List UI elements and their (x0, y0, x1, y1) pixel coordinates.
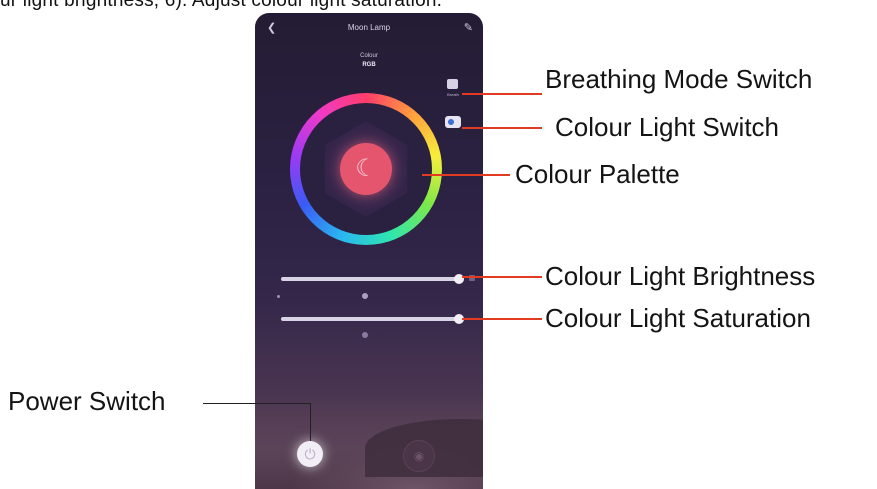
app-title: Moon Lamp (347, 23, 391, 32)
palette-inner: ☾ (300, 103, 432, 235)
palette-callout-line (422, 174, 510, 176)
top-caption: ur light brightness, 6). Adjust colour l… (0, 0, 443, 11)
moon-icon: ☾ (355, 155, 377, 182)
mode-button[interactable]: ◉ (403, 440, 435, 472)
status-label: Colour (360, 53, 378, 59)
colour-light-callout-line (462, 127, 542, 129)
label-colour-light-saturation: Colour Light Saturation (545, 303, 811, 333)
breathing-mode-switch[interactable] (447, 79, 458, 89)
status-value: RGB (362, 62, 376, 68)
colour-palette[interactable]: ☾ (290, 93, 442, 245)
brightness-callout-line (462, 276, 542, 278)
edit-icon[interactable]: ✎ (464, 21, 473, 34)
brightness-slider[interactable] (281, 274, 464, 284)
app-header: ❮ Moon Lamp ✎ (255, 13, 483, 43)
saturation-icon (362, 332, 368, 338)
saturation-slider[interactable] (281, 314, 464, 324)
phone-screen: ❮ Moon Lamp ✎ Colour RGB Breath ☾ ⏻ ◉ (255, 13, 483, 489)
power-switch[interactable]: ⏻ (297, 441, 323, 467)
saturation-callout-line (462, 318, 542, 320)
power-icon: ⏻ (304, 446, 316, 462)
mode-icon: ◉ (413, 449, 425, 463)
label-colour-palette: Colour Palette (515, 159, 680, 189)
power-callout-line (203, 403, 310, 404)
label-breathing-mode-switch: Breathing Mode Switch (545, 64, 813, 94)
label-colour-light-switch: Colour Light Switch (555, 112, 779, 142)
colour-light-switch[interactable] (445, 116, 461, 128)
label-colour-light-brightness: Colour Light Brightness (545, 261, 816, 291)
power-callout-vertical (310, 403, 311, 441)
breathing-callout-line (462, 93, 542, 95)
moon-button[interactable]: ☾ (340, 143, 392, 195)
brightness-icon (362, 293, 368, 299)
label-power-switch: Power Switch (8, 386, 166, 416)
brightness-min-icon (277, 295, 280, 298)
